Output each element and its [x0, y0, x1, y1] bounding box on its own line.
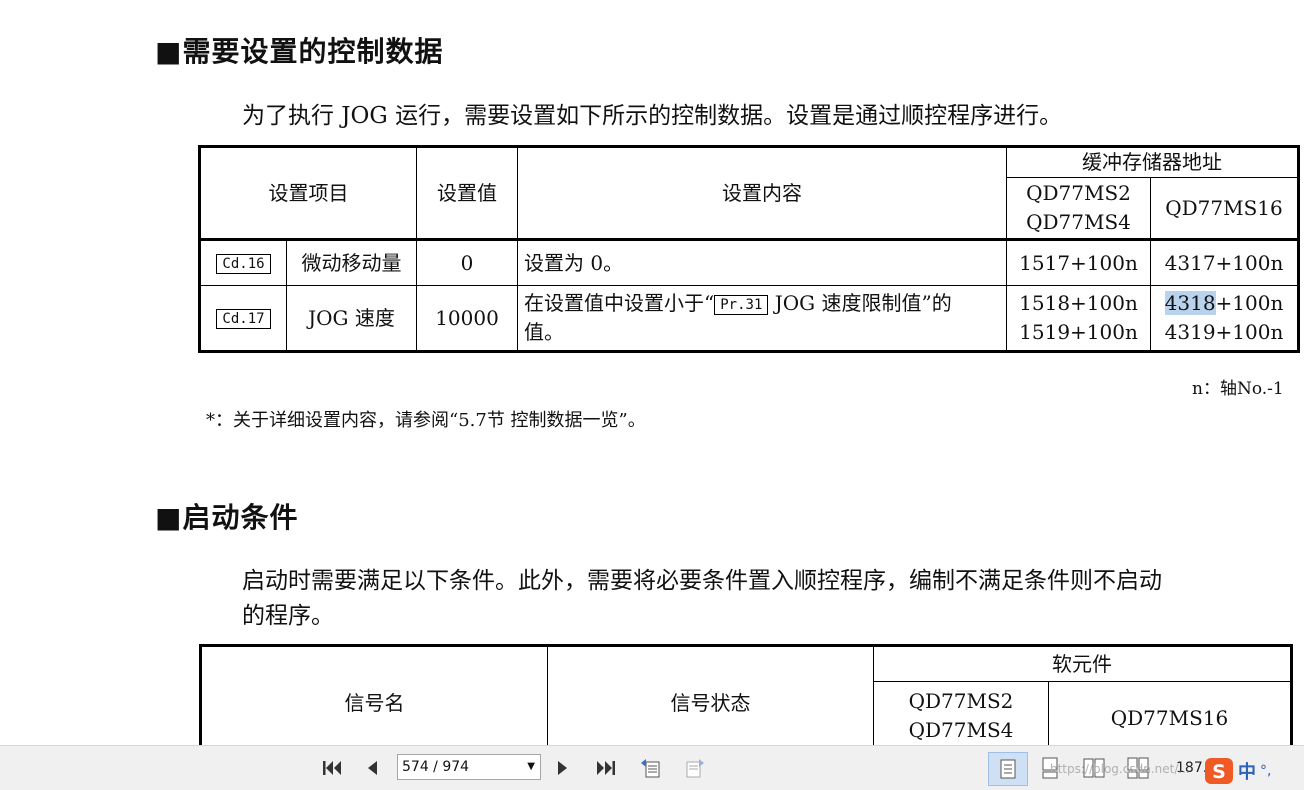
- address-line[interactable]: 4318+100n: [1157, 289, 1291, 318]
- row-name: 微动移动量: [286, 238, 417, 286]
- prev-view-icon[interactable]: [636, 754, 664, 782]
- header-value: 设置值: [416, 146, 518, 240]
- model-ms2-label: QD77MS2: [1026, 181, 1131, 205]
- address-line: 1518+100n: [1019, 291, 1138, 315]
- single-page-icon[interactable]: [988, 752, 1028, 786]
- row-address-b: 4318+100n 4319+100n: [1150, 285, 1299, 352]
- row-content: 在设置值中设置小于“ Pr.31 JOG 速度限制值”的 值。: [517, 285, 1007, 352]
- control-data-table: 设置项目 设置值 设置内容 缓冲存储器地址 QD77MS2 QD77MS4 QD…: [198, 145, 1300, 353]
- section-heading-control-data: ■需要设置的控制数据: [155, 35, 444, 68]
- table-row: Cd.16 微动移动量 0 设置为 0。 1517+100n 4317+100n: [199, 238, 1299, 286]
- row-value: 0: [416, 238, 518, 286]
- last-page-icon[interactable]: [592, 754, 620, 782]
- first-page-icon[interactable]: [318, 754, 346, 782]
- footnote: *：关于详细设置内容，请参阅“5.7节 控制数据一览”。: [206, 410, 646, 431]
- row-address-b: 4317+100n: [1150, 238, 1299, 286]
- row-address-a: 1518+100n 1519+100n: [1006, 285, 1151, 352]
- header-content: 设置内容: [517, 146, 1007, 240]
- conditions-paragraph-line-1: 启动时需要满足以下条件。此外，需要将必要条件置入顺控程序，编制不满足条件则不启动: [242, 568, 1162, 594]
- header-buffer-address: 缓冲存储器地址: [1006, 146, 1299, 178]
- model-ms4-label: QD77MS4: [908, 718, 1014, 742]
- ime-punctuation[interactable]: °,: [1260, 763, 1271, 779]
- section-heading-start-conditions: ■启动条件: [155, 501, 299, 534]
- table-row: Cd.17 JOG 速度 10000 在设置值中设置小于“ Pr.31 JOG 速…: [199, 285, 1299, 352]
- model-ms4-label: QD77MS4: [1026, 210, 1131, 234]
- address-line: 1519+100n: [1019, 320, 1138, 344]
- intro-paragraph: 为了执行 JOG 运行，需要设置如下所示的控制数据。设置是通过顺控程序进行。: [242, 103, 1063, 129]
- sogou-icon[interactable]: S: [1204, 757, 1234, 785]
- content-pre: 在设置值中设置小于“: [524, 291, 715, 315]
- next-page-icon[interactable]: [549, 754, 577, 782]
- svg-text:S: S: [1212, 761, 1226, 783]
- header-model-ms2-ms4: QD77MS2 QD77MS4: [1006, 177, 1151, 240]
- watermark: https://blog.csdn.net/...: [1050, 762, 1190, 776]
- row-value: 10000: [416, 285, 518, 352]
- code-badge: Cd.17: [216, 309, 271, 329]
- row-address-a: 1517+100n: [1006, 238, 1151, 286]
- ime-language[interactable]: 中: [1238, 758, 1256, 784]
- content-line-2: 值。: [524, 320, 564, 344]
- conditions-paragraph-line-2: 的程序。: [242, 603, 334, 629]
- row-content: 设置为 0。: [517, 238, 1007, 286]
- prev-page-icon[interactable]: [358, 754, 386, 782]
- address-line: 4319+100n: [1164, 320, 1284, 344]
- page-number-value: 574 / 974: [402, 759, 470, 775]
- header-device: 软元件: [873, 645, 1292, 682]
- code-badge: Cd.16: [216, 254, 271, 274]
- header-model-ms16: QD77MS16: [1150, 177, 1299, 240]
- row-code: Cd.16: [199, 238, 287, 286]
- row-name: JOG 速度: [286, 285, 417, 352]
- chevron-down-icon[interactable]: ▼: [527, 755, 535, 779]
- content-line-1: 在设置值中设置小于“ Pr.31 JOG 速度限制值”的: [524, 289, 1000, 318]
- address-rest: +100n: [1215, 291, 1284, 315]
- selected-text[interactable]: 4318: [1164, 291, 1216, 315]
- header-item: 设置项目: [199, 146, 417, 240]
- next-view-icon[interactable]: [681, 754, 709, 782]
- axis-note: n：轴No.-1: [1192, 379, 1284, 399]
- row-code: Cd.17: [199, 285, 287, 352]
- param-ref-badge: Pr.31: [714, 294, 769, 315]
- content-post: JOG 速度限制值”的: [768, 291, 952, 315]
- page-number-input[interactable]: 574 / 974 ▼: [397, 754, 541, 780]
- model-ms2-label: QD77MS2: [908, 689, 1014, 713]
- ime-toolbar[interactable]: S 中 °,: [1204, 756, 1304, 786]
